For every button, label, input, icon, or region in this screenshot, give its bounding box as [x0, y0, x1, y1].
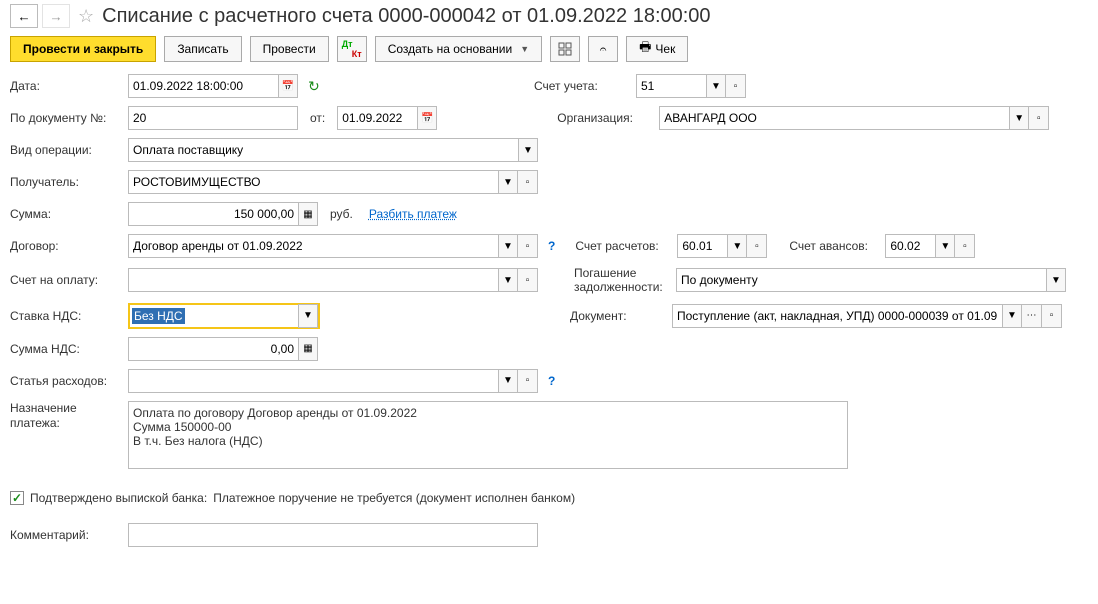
payacc-input[interactable]: [128, 268, 498, 292]
advacc-label: Счет авансов:: [789, 239, 879, 253]
payacc-open[interactable]: ▫: [518, 268, 538, 292]
account-input[interactable]: [636, 74, 706, 98]
calculator-icon: ▦: [303, 343, 312, 354]
date-label: Дата:: [10, 79, 122, 93]
expense-open[interactable]: ▫: [518, 369, 538, 393]
calcacc-dropdown[interactable]: ▼: [727, 234, 747, 258]
attachment-button[interactable]: 𝄐: [588, 36, 618, 62]
vatsum-label: Сумма НДС:: [10, 342, 122, 356]
calcacc-input[interactable]: [677, 234, 727, 258]
structure-icon: [558, 42, 572, 56]
dtkt-icon: ДтКт: [344, 41, 360, 57]
contract-open[interactable]: ▫: [518, 234, 538, 258]
comment-label: Комментарий:: [10, 528, 122, 542]
from-label: от:: [310, 111, 325, 125]
sum-calc[interactable]: ▦: [298, 202, 318, 226]
calendar-icon: 📅: [421, 113, 433, 124]
date-input[interactable]: [128, 74, 278, 98]
calendar-button[interactable]: 📅: [278, 74, 298, 98]
document-label: Документ:: [570, 309, 666, 323]
confirmed-checkbox[interactable]: ✓: [10, 491, 24, 505]
org-dropdown[interactable]: ▼: [1009, 106, 1029, 130]
vatrate-dropdown[interactable]: ▼: [298, 304, 318, 328]
create-based-on-button[interactable]: Создать на основании ▼: [375, 36, 542, 62]
post-and-close-button[interactable]: Провести и закрыть: [10, 36, 156, 62]
split-payment-link[interactable]: Разбить платеж: [369, 207, 457, 221]
org-input[interactable]: [659, 106, 1009, 130]
recipient-label: Получатель:: [10, 175, 122, 189]
cheque-button[interactable]: 🖶 Чек: [626, 36, 688, 62]
org-open[interactable]: ▫: [1029, 106, 1049, 130]
vatrate-input[interactable]: Без НДС: [132, 308, 185, 324]
calculator-icon: ▦: [303, 209, 312, 220]
contract-label: Договор:: [10, 239, 122, 253]
advacc-open[interactable]: ▫: [955, 234, 975, 258]
debt-dropdown[interactable]: ▼: [1046, 268, 1066, 292]
confirmed-label: Подтверждено выпиской банка:: [30, 491, 207, 505]
confirmed-text: Платежное поручение не требуется (докуме…: [213, 491, 575, 505]
sum-input[interactable]: [128, 202, 298, 226]
paperclip-icon: 𝄐: [600, 42, 607, 57]
recipient-dropdown[interactable]: ▼: [498, 170, 518, 194]
docno-label: По документу №:: [10, 111, 122, 125]
document-more[interactable]: ⋯: [1022, 304, 1042, 328]
docdate-input[interactable]: [337, 106, 417, 130]
optype-input[interactable]: [128, 138, 518, 162]
org-label: Организация:: [557, 111, 653, 125]
printer-icon: 🖶: [639, 38, 651, 60]
account-dropdown[interactable]: ▼: [706, 74, 726, 98]
optype-label: Вид операции:: [10, 143, 122, 157]
purpose-textarea[interactable]: Оплата по договору Договор аренды от 01.…: [128, 401, 848, 469]
vatrate-label: Ставка НДС:: [10, 309, 122, 323]
debt-label: Погашение задолженности:: [574, 266, 670, 295]
post-button[interactable]: Провести: [250, 36, 329, 62]
docno-input[interactable]: [128, 106, 298, 130]
calcacc-label: Счет расчетов:: [575, 239, 671, 253]
expense-help[interactable]: ?: [548, 374, 555, 388]
contract-input[interactable]: [128, 234, 498, 258]
debt-input[interactable]: [676, 268, 1046, 292]
nav-forward-button[interactable]: →: [42, 4, 70, 28]
chevron-down-icon: ▼: [520, 44, 529, 54]
calendar-icon: 📅: [282, 81, 294, 92]
recipient-open[interactable]: ▫: [518, 170, 538, 194]
contract-dropdown[interactable]: ▼: [498, 234, 518, 258]
vatsum-calc[interactable]: ▦: [298, 337, 318, 361]
comment-input[interactable]: [128, 523, 538, 547]
document-input[interactable]: [672, 304, 1002, 328]
calcacc-open[interactable]: ▫: [747, 234, 767, 258]
structure-button[interactable]: [550, 36, 580, 62]
save-button[interactable]: Записать: [164, 36, 241, 62]
contract-help[interactable]: ?: [548, 239, 555, 253]
document-dropdown[interactable]: ▼: [1002, 304, 1022, 328]
document-open[interactable]: ▫: [1042, 304, 1062, 328]
purpose-label: Назначение платежа:: [10, 401, 122, 432]
dtkt-button[interactable]: ДтКт: [337, 36, 367, 62]
refresh-icon[interactable]: ↻: [308, 78, 326, 95]
vatsum-input[interactable]: [128, 337, 298, 361]
nav-back-button[interactable]: ←: [10, 4, 38, 28]
expense-dropdown[interactable]: ▼: [498, 369, 518, 393]
sum-label: Сумма:: [10, 207, 122, 221]
advacc-input[interactable]: [885, 234, 935, 258]
advacc-dropdown[interactable]: ▼: [935, 234, 955, 258]
payacc-label: Счет на оплату:: [10, 273, 122, 287]
recipient-input[interactable]: [128, 170, 498, 194]
account-open[interactable]: ▫: [726, 74, 746, 98]
account-label: Счет учета:: [534, 79, 630, 93]
payacc-dropdown[interactable]: ▼: [498, 268, 518, 292]
expense-input[interactable]: [128, 369, 498, 393]
favorite-star-icon[interactable]: ☆: [78, 6, 94, 27]
expense-label: Статья расходов:: [10, 374, 122, 388]
currency-label: руб.: [330, 207, 353, 221]
docdate-calendar[interactable]: 📅: [417, 106, 437, 130]
page-title: Списание с расчетного счета 0000-000042 …: [102, 5, 710, 28]
optype-dropdown[interactable]: ▼: [518, 138, 538, 162]
